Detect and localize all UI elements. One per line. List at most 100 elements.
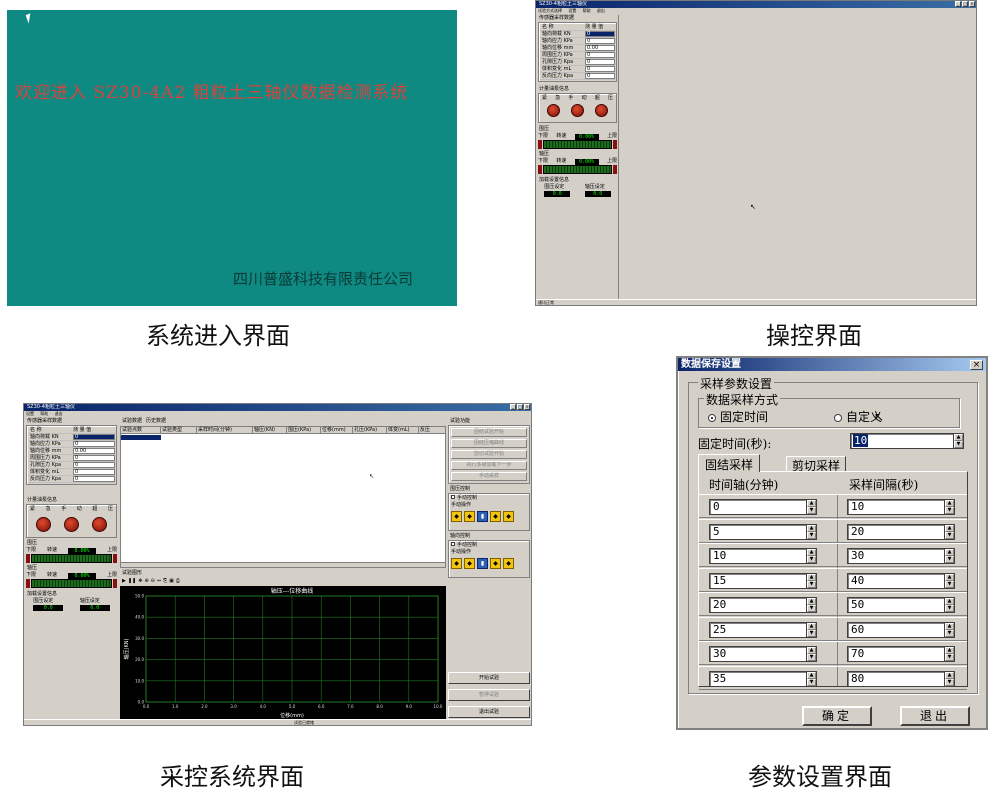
minimize-icon[interactable]: _ (510, 404, 516, 410)
time-value[interactable]: 15 (709, 572, 806, 589)
menu-item-help[interactable]: 帮助 (583, 8, 591, 13)
pause-icon[interactable]: ❚❚ (128, 578, 136, 585)
tab-shear[interactable]: 剪切采样 (786, 456, 847, 473)
emergency-knob-icon[interactable] (36, 517, 52, 532)
tab-test-data[interactable]: 试验数据 (122, 418, 142, 425)
time-spinner[interactable]: 15 ▲ ▼ (709, 572, 817, 589)
time-spinner[interactable]: 35 ▲ ▼ (709, 670, 817, 687)
close-icon[interactable]: × (969, 1, 975, 7)
spin-down-icon[interactable]: ▼ (807, 531, 816, 539)
overpressure-knob-icon[interactable] (91, 517, 107, 532)
stop-icon[interactable]: ▮ (477, 558, 488, 569)
interval-spinner[interactable]: 80 ▲ ▼ (847, 670, 955, 687)
spin-up-icon[interactable]: ▲ (807, 671, 816, 679)
interval-value[interactable]: 80 (847, 670, 944, 687)
interval-spinner[interactable]: 30 ▲ ▼ (847, 548, 955, 564)
fit-icon[interactable]: ⇔ (157, 578, 161, 585)
spin-down-icon[interactable]: ▼ (945, 605, 954, 612)
start-test-button[interactable]: 开始试验 (448, 672, 530, 684)
menu-item-settings[interactable]: 设置 (26, 411, 34, 416)
interval-value[interactable]: 20 (847, 523, 944, 540)
time-spinner[interactable]: 0 ▲ ▼ (709, 499, 817, 515)
spin-up-icon[interactable]: ▲ (807, 573, 816, 581)
play-icon[interactable]: ▶ (122, 578, 126, 585)
spin-up-icon[interactable]: ▲ (945, 647, 954, 654)
interval-spinner[interactable]: 70 ▲ ▼ (847, 646, 955, 662)
move-icon[interactable]: ✥ (138, 578, 142, 585)
shear-start-button[interactable]: 剪切试验开始 (451, 450, 527, 459)
maximize-icon[interactable]: □ (517, 404, 523, 410)
time-value[interactable]: 35 (709, 670, 806, 687)
spin-down-icon[interactable]: ▼ (807, 580, 816, 588)
radio-icon[interactable] (834, 413, 842, 422)
menu-item-exit[interactable]: 退出 (55, 411, 63, 416)
time-spinner[interactable]: 30 ▲ ▼ (709, 646, 817, 662)
spin-down-icon[interactable]: ▼ (807, 507, 816, 514)
maximize-icon[interactable]: □ (962, 1, 968, 7)
time-spinner[interactable]: 10 ▲ ▼ (709, 548, 817, 564)
emergency-knob-icon[interactable] (547, 104, 561, 117)
time-spinner[interactable]: 25 ▲ ▼ (709, 621, 817, 638)
next-step-button[interactable]: 执行多级加载下一步 (451, 461, 527, 470)
interval-spinner[interactable]: 20 ▲ ▼ (847, 523, 955, 540)
time-value[interactable]: 20 (709, 597, 806, 613)
time-spinner[interactable]: 5 ▲ ▼ (709, 523, 817, 540)
spin-down-icon[interactable]: ▼ (807, 556, 816, 563)
spin-up-icon[interactable]: ▲ (807, 500, 816, 507)
interval-value[interactable]: 60 (847, 621, 944, 638)
spin-down-icon[interactable]: ▼ (945, 556, 954, 563)
interval-value[interactable]: 70 (847, 646, 944, 662)
increase-fast-icon[interactable]: ◆ (503, 511, 514, 522)
pause-test-button[interactable]: 暂停试验 (448, 689, 530, 701)
spin-down-icon[interactable]: ▼ (945, 654, 954, 661)
interval-spinner[interactable]: 60 ▲ ▼ (847, 621, 955, 638)
decrease-fast-icon[interactable]: ◆ (464, 511, 475, 522)
spin-up-icon[interactable]: ▲ (807, 549, 816, 556)
time-value[interactable]: 0 (709, 499, 806, 515)
copy-icon[interactable]: ⎘ (163, 578, 167, 585)
manual-knob-icon[interactable] (63, 517, 79, 532)
time-value[interactable]: 5 (709, 523, 806, 540)
fixed-time-spinner[interactable]: 10 ▲ ▼ (850, 433, 964, 449)
radio-selected-icon[interactable] (708, 413, 716, 422)
close-icon[interactable]: × (970, 360, 983, 370)
spin-down-icon[interactable]: ▼ (945, 531, 954, 539)
manual-control-checkbox[interactable] (451, 542, 455, 546)
spin-down-icon[interactable]: ▼ (945, 507, 954, 514)
spin-up-icon[interactable]: ▲ (945, 622, 954, 630)
time-spinner[interactable]: 20 ▲ ▼ (709, 597, 817, 613)
time-value[interactable]: 25 (709, 621, 806, 638)
spin-up-icon[interactable]: ▲ (945, 573, 954, 581)
spin-up-icon[interactable]: ▲ (945, 671, 954, 679)
spin-up-icon[interactable]: ▲ (954, 434, 963, 441)
consolidation-curve-button[interactable]: 固结压缩曲线 (451, 439, 527, 448)
increase-fast-icon[interactable]: ◆ (503, 558, 514, 569)
decrease-icon[interactable]: ◆ (451, 511, 462, 522)
decrease-icon[interactable]: ◆ (451, 558, 462, 569)
spin-up-icon[interactable]: ▲ (945, 500, 954, 507)
consolidation-start-button[interactable]: 固结试验开始 (451, 428, 527, 437)
menu-item-help[interactable]: 帮助 (40, 411, 48, 416)
spin-down-icon[interactable]: ▼ (807, 629, 816, 637)
fixed-time-radio[interactable]: 固定时间 (708, 408, 768, 425)
menu-item-exit[interactable]: 退出 (597, 8, 605, 13)
table-row-selected[interactable] (121, 435, 161, 440)
overpressure-knob-icon[interactable] (594, 104, 608, 117)
menu-item-mode[interactable]: 试验方式选择 (538, 8, 562, 13)
time-value[interactable]: 30 (709, 646, 806, 662)
fixed-time-value[interactable]: 10 (853, 434, 869, 447)
spin-down-icon[interactable]: ▼ (807, 654, 816, 661)
menu-item-settings[interactable]: 设置 (568, 8, 576, 13)
spin-up-icon[interactable]: ▲ (807, 647, 816, 654)
increase-icon[interactable]: ◆ (490, 558, 501, 569)
spin-down-icon[interactable]: ▼ (954, 441, 963, 448)
increase-icon[interactable]: ◆ (490, 511, 501, 522)
horizontal-scrollbar[interactable] (121, 562, 445, 567)
interval-value[interactable]: 30 (847, 548, 944, 564)
print-icon[interactable]: ⎙ (176, 578, 180, 585)
zoom-out-icon[interactable]: ⊖ (151, 578, 155, 585)
time-value[interactable]: 10 (709, 548, 806, 564)
spin-down-icon[interactable]: ▼ (945, 678, 954, 686)
spin-up-icon[interactable]: ▲ (945, 598, 954, 605)
spin-down-icon[interactable]: ▼ (807, 678, 816, 686)
